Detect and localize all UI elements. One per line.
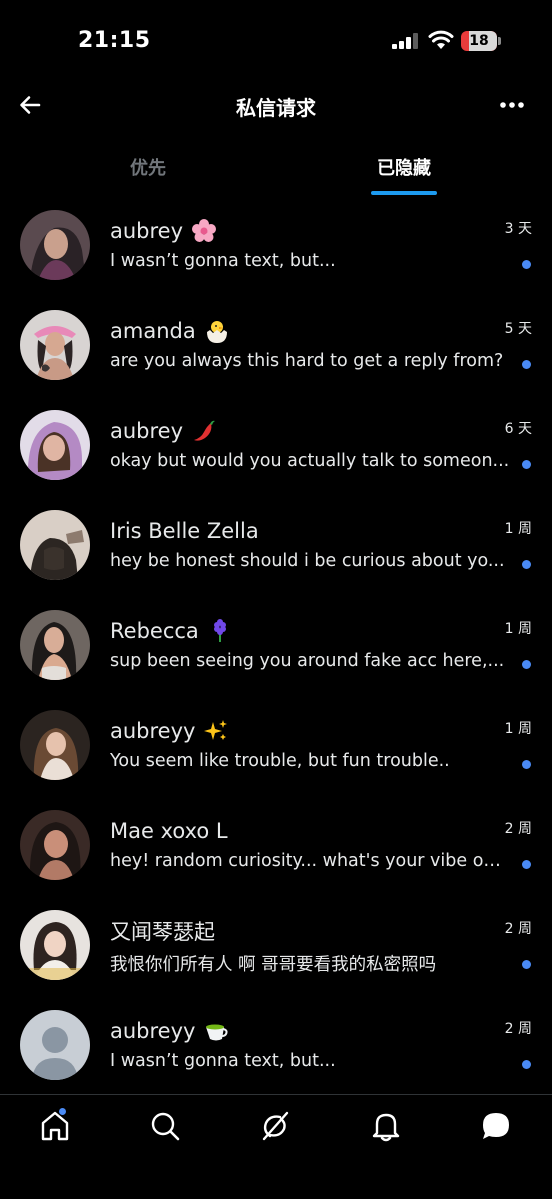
avatar[interactable]: [20, 710, 90, 780]
avatar[interactable]: [20, 810, 90, 880]
header: 私信请求: [0, 80, 552, 132]
sender-name: aubrey: [110, 219, 184, 243]
message-time: 5 天: [504, 321, 532, 337]
unread-dot: [522, 760, 531, 769]
avatar[interactable]: [20, 610, 90, 680]
message-request-row[interactable]: Mae xoxo L hey! random curiosity... what…: [0, 796, 552, 896]
battery-icon: 18: [461, 31, 501, 51]
wifi-icon: [428, 30, 454, 49]
message-time: 1 周: [504, 721, 532, 737]
message-time: 6 天: [504, 421, 532, 437]
sender-name: Iris Belle Zella: [110, 519, 259, 543]
tab-bar-top: 优先 已隐藏: [0, 146, 552, 198]
message-request-row[interactable]: 又闻琴瑟起 我恨你们所有人 啊 哥哥要看我的私密照吗 2 周: [0, 896, 552, 996]
message-request-row[interactable]: aubreyy You seem like trouble, but fun t…: [0, 696, 552, 796]
message-request-row[interactable]: Rebecca sup been seeing you around fake …: [0, 596, 552, 696]
sender-name: aubreyy: [110, 1019, 196, 1043]
message-preview: hey! random curiosity... what's your vib…: [110, 851, 510, 871]
active-tab-indicator: [371, 191, 437, 195]
unread-dot: [522, 1060, 531, 1069]
sender-name: aubreyy: [110, 719, 196, 743]
sender-name: Rebecca: [110, 619, 199, 643]
tab-hidden[interactable]: 已隐藏: [366, 154, 442, 180]
status-time: 21:15: [78, 28, 151, 53]
unread-dot: [522, 260, 531, 269]
teacup-icon: [206, 1024, 229, 1041]
sender-name: amanda: [110, 319, 196, 343]
message-preview: okay but would you actually talk to some…: [110, 451, 510, 471]
message-preview: are you always this hard to get a reply …: [110, 351, 504, 371]
bell-icon[interactable]: [369, 1109, 403, 1143]
message-request-row[interactable]: aubrey okay but would you actually talk …: [0, 396, 552, 496]
sparkles-icon: [204, 720, 228, 740]
avatar[interactable]: [20, 910, 90, 980]
message-request-row[interactable]: aubrey I wasn’t gonna text, but... 3 天: [0, 196, 552, 296]
message-time: 1 周: [504, 521, 532, 537]
message-preview: 我恨你们所有人 啊 哥哥要看我的私密照吗: [110, 955, 437, 975]
hot-pepper-icon: [194, 420, 216, 441]
unread-dot: [522, 860, 531, 869]
message-preview: sup been seeing you around fake acc here…: [110, 651, 505, 671]
cherry-blossom-icon: [192, 219, 217, 242]
avatar[interactable]: [20, 310, 90, 380]
hyacinth-icon: [213, 619, 226, 642]
message-time: 2 周: [504, 1021, 532, 1037]
message-time: 2 周: [504, 821, 532, 837]
message-request-row[interactable]: Iris Belle Zella hey be honest should i …: [0, 496, 552, 596]
message-time: 3 天: [504, 221, 532, 237]
tab-priority[interactable]: 优先: [110, 154, 186, 180]
cellular-signal-icon: [392, 33, 418, 49]
message-time: 1 周: [504, 621, 532, 637]
avatar[interactable]: [20, 410, 90, 480]
message-preview: I wasn’t gonna text, but...: [110, 1051, 336, 1071]
sender-name: aubrey: [110, 419, 184, 443]
unread-dot: [522, 460, 531, 469]
avatar[interactable]: [20, 210, 90, 280]
message-request-row[interactable]: aubreyy I wasn’t gonna text, but... 2 周: [0, 996, 552, 1096]
home-notification-dot: [58, 1107, 67, 1116]
battery-level: 18: [469, 33, 489, 49]
message-preview: I wasn’t gonna text, but...: [110, 251, 336, 271]
message-preview: hey be honest should i be curious about …: [110, 551, 505, 571]
message-preview: You seem like trouble, but fun trouble..: [110, 751, 450, 771]
sender-name: Mae xoxo L: [110, 819, 228, 843]
messages-icon[interactable]: [479, 1109, 513, 1143]
status-bar: 21:15 18: [0, 0, 552, 80]
hatching-chick-icon: [206, 321, 227, 343]
message-time: 2 周: [504, 921, 532, 937]
grok-icon[interactable]: [258, 1109, 292, 1143]
search-icon[interactable]: [148, 1109, 182, 1143]
bottom-navigation: [0, 1094, 552, 1199]
unread-dot: [522, 360, 531, 369]
unread-dot: [522, 560, 531, 569]
default-avatar[interactable]: [20, 1010, 90, 1080]
sender-name: 又闻琴瑟起: [110, 920, 215, 944]
home-icon[interactable]: [38, 1109, 72, 1143]
avatar[interactable]: [20, 510, 90, 580]
more-options-icon[interactable]: [494, 88, 530, 122]
page-title: 私信请求: [236, 96, 316, 120]
unread-dot: [522, 960, 531, 969]
message-request-row[interactable]: amanda are you always this hard to get a…: [0, 296, 552, 396]
unread-dot: [522, 660, 531, 669]
